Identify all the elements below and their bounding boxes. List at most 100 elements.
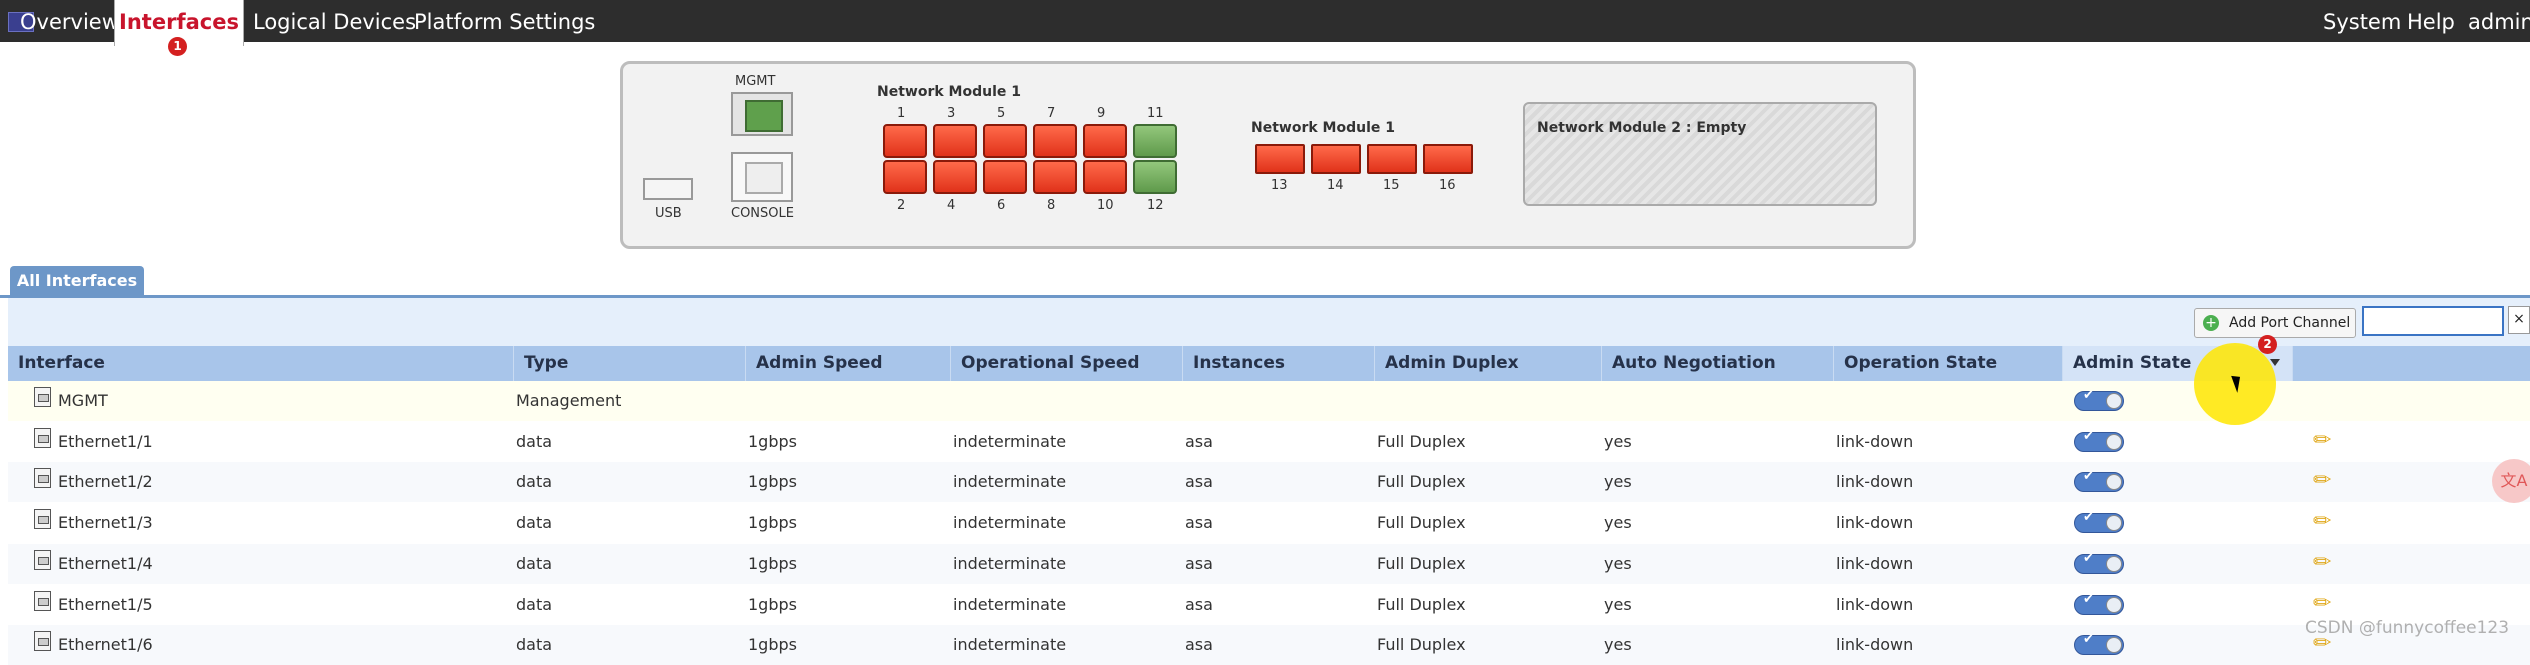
port-number-label: 8 — [1047, 198, 1056, 213]
column-header-label: Interface — [18, 353, 105, 373]
cell-admin-duplex: Full Duplex — [1377, 431, 1466, 451]
search-input[interactable] — [2362, 306, 2504, 336]
column-header-label: Admin Speed — [756, 353, 883, 373]
cell-interface: MGMT — [58, 391, 108, 410]
cell-interface: Ethernet1/1 — [58, 431, 153, 451]
admin-state-toggle-icon[interactable]: ✔ — [2074, 469, 2124, 493]
column-header-operation-state[interactable]: Operation State — [1834, 346, 2063, 381]
port-3[interactable] — [933, 124, 977, 158]
sfp-port-15[interactable] — [1367, 144, 1417, 174]
interface-icon — [34, 387, 51, 407]
cell-interface: Ethernet1/4 — [58, 553, 153, 573]
table-row[interactable]: Ethernet1/2 data 1gbps indeterminate asa Full… — [8, 462, 2530, 503]
port-11[interactable] — [1133, 124, 1177, 158]
port-7[interactable] — [1033, 124, 1077, 158]
usb-port-icon[interactable] — [643, 178, 693, 200]
cell-admin-duplex: Full Duplex — [1377, 594, 1466, 614]
network-module-1-label: Network Module 1 — [877, 84, 1021, 100]
table-row[interactable]: Ethernet1/5 data 1gbps indeterminate asa Full… — [8, 585, 2530, 625]
cell-type: data — [516, 594, 553, 614]
sfp-port-number-label: 16 — [1439, 178, 1456, 193]
port-9[interactable] — [1083, 124, 1127, 158]
cell-interface: Ethernet1/6 — [58, 635, 153, 655]
nav-platform-settings[interactable]: Platform Settings — [414, 0, 595, 42]
port-6[interactable] — [983, 160, 1027, 194]
admin-state-toggle-icon[interactable]: ✔ — [2074, 510, 2124, 534]
chassis-panel: MGMT CONSOLE USB Network Module 1 135791… — [620, 61, 1916, 249]
port-number-label: 12 — [1147, 198, 1164, 213]
column-header-type[interactable]: Type — [514, 346, 746, 381]
console-label: CONSOLE — [731, 206, 794, 221]
admin-state-toggle-icon[interactable]: ✔ — [2074, 388, 2124, 411]
column-header-admin-speed[interactable]: Admin Speed — [746, 346, 951, 381]
cell-instances: asa — [1185, 594, 1213, 614]
admin-state-toggle-icon[interactable]: ✔ — [2074, 592, 2124, 615]
table-row[interactable]: Ethernet1/6 data 1gbps indeterminate asa Full… — [8, 625, 2530, 665]
column-header-label: Type — [524, 353, 569, 373]
translate-float-button[interactable]: 文A — [2492, 459, 2530, 503]
column-header-label: Auto Negotiation — [1612, 353, 1776, 373]
column-header-auto-negotiation[interactable]: Auto Negotiation — [1602, 346, 1834, 381]
cell-operation-state: link-down — [1836, 513, 1914, 533]
admin-state-toggle-icon[interactable]: ✔ — [2074, 632, 2124, 656]
add-port-channel-button[interactable]: + Add Port Channel — [2194, 308, 2356, 338]
column-header-instances[interactable]: Instances — [1183, 346, 1375, 381]
sfp-port-13[interactable] — [1255, 144, 1305, 174]
sfp-port-16[interactable] — [1423, 144, 1473, 174]
nav-admin[interactable]: admin — [2468, 0, 2530, 42]
table-row[interactable]: Ethernet1/3 data 1gbps indeterminate asa Full… — [8, 503, 2530, 543]
admin-state-toggle-icon[interactable]: ✔ — [2074, 551, 2124, 574]
tab-all-interfaces[interactable]: All Interfaces — [10, 266, 144, 296]
sort-badge: 2 — [2258, 335, 2277, 354]
table-row[interactable]: MGMT Management ✔ — [8, 381, 2530, 421]
column-header-operational-speed[interactable]: Operational Speed — [951, 346, 1183, 381]
network-module-1b-label: Network Module 1 — [1251, 120, 1395, 136]
cell-operational-speed: indeterminate — [953, 594, 1067, 614]
port-4[interactable] — [933, 160, 977, 194]
edit-icon[interactable]: ✏ — [2313, 550, 2331, 576]
port-number-label: 9 — [1097, 106, 1106, 121]
edit-icon[interactable]: ✏ — [2313, 468, 2331, 494]
port-number-label: 5 — [997, 106, 1006, 121]
cell-auto-negotiation: yes — [1604, 594, 1632, 614]
cell-auto-negotiation: yes — [1604, 513, 1632, 533]
mgmt-port-icon[interactable] — [731, 92, 793, 136]
toolbar: + Add Port Channel × — [8, 298, 2530, 346]
sfp-port-number-label: 13 — [1271, 178, 1288, 193]
edit-icon[interactable]: ✏ — [2313, 428, 2331, 454]
port-1[interactable] — [883, 124, 927, 158]
port-5[interactable] — [983, 124, 1027, 158]
cell-operation-state: link-down — [1836, 594, 1914, 614]
cell-instances: asa — [1185, 431, 1213, 451]
port-12[interactable] — [1133, 160, 1177, 194]
cell-operational-speed: indeterminate — [953, 513, 1067, 533]
nav-overview[interactable]: Overview — [20, 0, 119, 42]
table-row[interactable]: Ethernet1/4 data 1gbps indeterminate asa Full… — [8, 543, 2530, 584]
admin-state-toggle-icon[interactable]: ✔ — [2074, 429, 2124, 452]
console-port-icon[interactable] — [731, 152, 793, 202]
nav-logical-devices[interactable]: Logical Devices — [253, 0, 416, 42]
cell-auto-negotiation: yes — [1604, 635, 1632, 655]
cell-admin-speed: 1gbps — [748, 553, 797, 573]
port-8[interactable] — [1033, 160, 1077, 194]
mgmt-label: MGMT — [735, 74, 776, 89]
sfp-port-14[interactable] — [1311, 144, 1361, 174]
cell-type: data — [516, 553, 553, 573]
sfp-port-number-label: 15 — [1383, 178, 1400, 193]
column-header-label: Operational Speed — [961, 353, 1140, 373]
clear-icon[interactable]: × — [2508, 306, 2530, 334]
nav-system[interactable]: System — [2323, 0, 2401, 42]
column-header-admin-duplex[interactable]: Admin Duplex — [1375, 346, 1602, 381]
table-row[interactable]: Ethernet1/1 data 1gbps indeterminate asa Full… — [8, 422, 2530, 462]
port-2[interactable] — [883, 160, 927, 194]
nav-help[interactable]: Help — [2407, 0, 2455, 42]
interface-icon — [34, 549, 51, 570]
edit-icon[interactable]: ✏ — [2313, 591, 2331, 617]
port-10[interactable] — [1083, 160, 1127, 194]
interface-icon — [34, 468, 51, 489]
edit-icon[interactable]: ✏ — [2313, 509, 2331, 535]
cell-interface: Ethernet1/3 — [58, 513, 153, 533]
column-header-interface[interactable]: Interface — [8, 346, 514, 381]
cell-instances: asa — [1185, 472, 1213, 492]
sfp-port-number-label: 14 — [1327, 178, 1344, 193]
